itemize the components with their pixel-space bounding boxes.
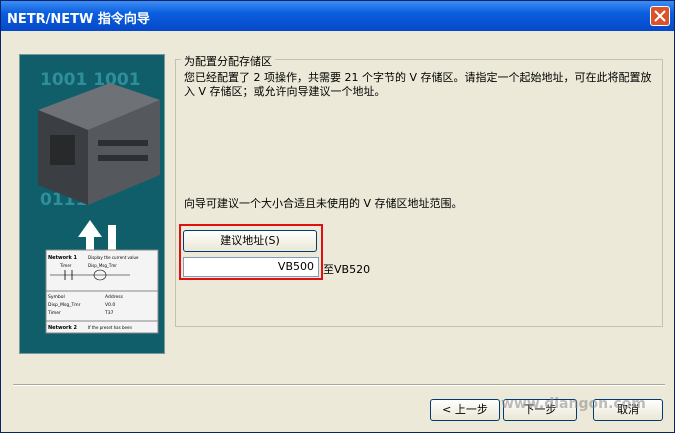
wizard-illustration: 1001 1001 0111 Network 1 Display the cur… bbox=[19, 54, 165, 354]
window-title: NETR/NETW 指令向导 bbox=[7, 12, 150, 27]
coil-label: Disp_Msg_Tmr bbox=[88, 263, 117, 268]
group-title: 为配置分配存储区 bbox=[181, 53, 275, 69]
network2-label: Network 2 bbox=[48, 325, 78, 331]
network2-desc: If the preset has been bbox=[88, 325, 132, 330]
row2-address: T37 bbox=[104, 310, 114, 316]
row2-symbol: Timer bbox=[47, 310, 61, 316]
suggest-address-button[interactable]: 建议地址(S) bbox=[183, 230, 317, 252]
memory-allocation-group bbox=[175, 59, 663, 327]
address-range-end: 至VB520 bbox=[323, 263, 371, 276]
description-text: 您已经配置了 2 项操作，共需要 21 个字节的 V 存储区。请指定一个起始地址… bbox=[184, 71, 652, 98]
row1-symbol: Disp_Msg_Tmr bbox=[48, 302, 81, 308]
title-bar[interactable]: NETR/NETW 指令向导 bbox=[1, 1, 674, 31]
close-button[interactable] bbox=[650, 6, 670, 26]
binary-digits-top: 1001 1001 bbox=[40, 70, 141, 90]
footer-separator bbox=[13, 384, 665, 386]
plc-illustration: 1001 1001 0111 Network 1 Display the cur… bbox=[20, 55, 164, 353]
network1-desc: Display the current value bbox=[88, 255, 139, 260]
hint-text: 向导可建议一个大小合适且未使用的 V 存储区地址范围。 bbox=[184, 197, 463, 210]
start-address-input[interactable]: VB500 bbox=[183, 257, 319, 277]
symbol-header: Symbol bbox=[48, 294, 65, 300]
back-button[interactable]: < 上一步 bbox=[430, 399, 500, 421]
watermark: www.diangon.com bbox=[501, 396, 646, 412]
row1-address: V0.0 bbox=[105, 302, 115, 308]
close-icon bbox=[654, 10, 666, 22]
address-header: Address bbox=[105, 294, 124, 300]
network1-label: Network 1 bbox=[48, 255, 78, 261]
contact-label: Timer bbox=[59, 263, 72, 268]
wizard-window: NETR/NETW 指令向导 1001 1001 0111 Network 1 … bbox=[0, 0, 675, 433]
